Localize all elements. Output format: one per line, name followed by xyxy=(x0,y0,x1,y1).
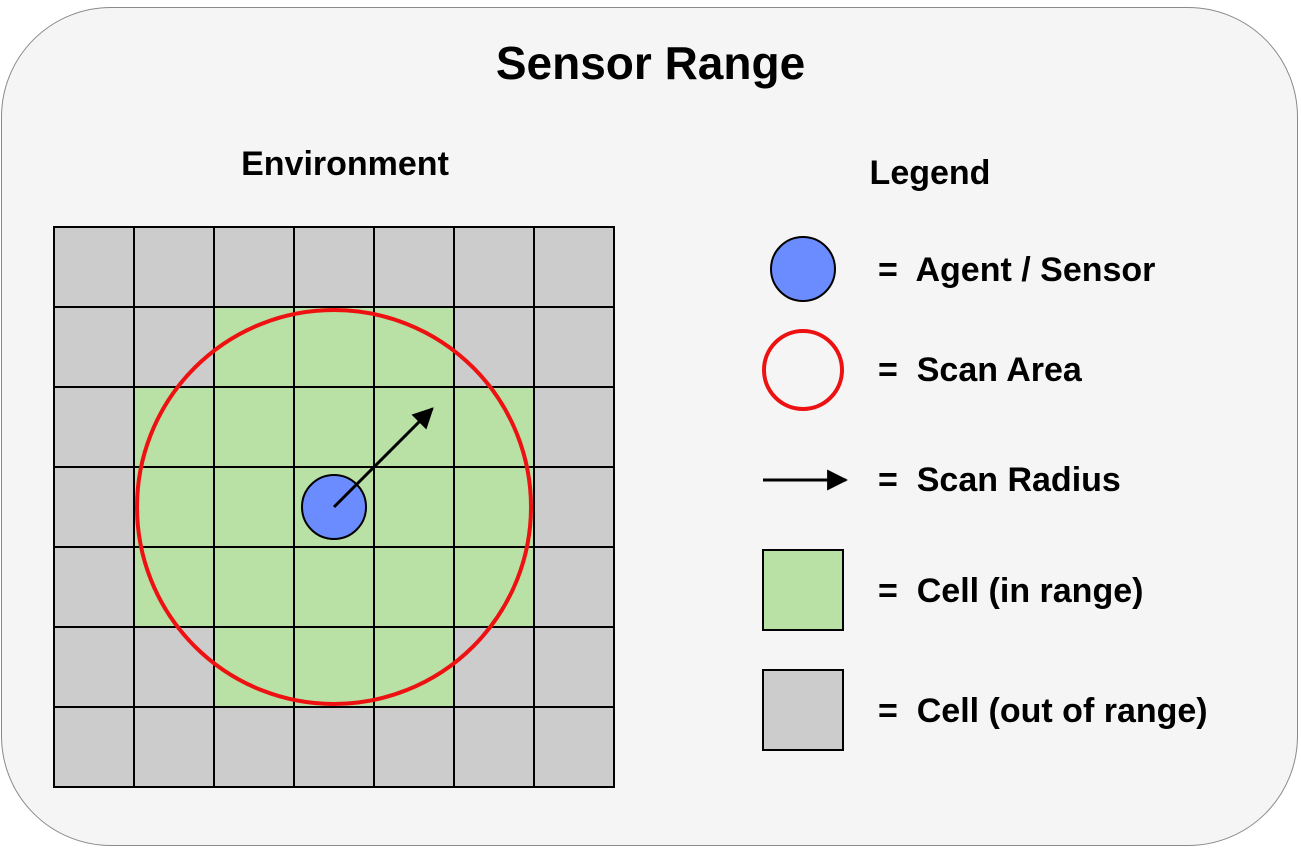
grid-cell-out-of-range xyxy=(53,386,135,468)
grid-cell-out-of-range xyxy=(533,626,615,708)
grid-cell-out-of-range xyxy=(133,626,215,708)
grid-cell-out-of-range xyxy=(133,226,215,308)
legend-agent-symbol xyxy=(770,236,836,302)
legend-label-cell-out-of-range: = Cell (out of range) xyxy=(878,692,1208,730)
grid-cell-out-of-range xyxy=(533,306,615,388)
legend-green-cell-symbol xyxy=(762,549,844,631)
legend-label-agent: = Agent / Sensor xyxy=(878,251,1156,289)
grid-cell-in-range xyxy=(373,466,455,548)
grid-cell-out-of-range xyxy=(533,706,615,788)
grid-cell-out-of-range xyxy=(293,706,375,788)
grid-cell-out-of-range xyxy=(453,706,535,788)
legend-gray-cell-symbol xyxy=(762,669,844,751)
legend-symbols xyxy=(762,236,849,751)
grid-cell-out-of-range xyxy=(453,226,535,308)
grid-cell-in-range xyxy=(213,386,295,468)
legend-label-scan-radius: = Scan Radius xyxy=(878,461,1121,499)
grid-cell-out-of-range xyxy=(53,626,135,708)
grid-cell-out-of-range xyxy=(453,626,535,708)
grid-cell-in-range xyxy=(373,546,455,628)
legend-label-cell-in-range: = Cell (in range) xyxy=(878,572,1144,610)
grid-cell-out-of-range xyxy=(213,706,295,788)
grid-cell-in-range xyxy=(213,466,295,548)
grid-cell-in-range xyxy=(293,546,375,628)
grid-cell-out-of-range xyxy=(293,226,375,308)
grid-cell-in-range xyxy=(293,306,375,388)
grid-cell-out-of-range xyxy=(373,706,455,788)
grid-cell-in-range xyxy=(293,626,375,708)
grid-cell-out-of-range xyxy=(133,706,215,788)
grid-cell-in-range xyxy=(293,386,375,468)
grid-cell-out-of-range xyxy=(53,546,135,628)
grid-cell-out-of-range xyxy=(213,226,295,308)
grid-cell-out-of-range xyxy=(133,306,215,388)
grid-cell-out-of-range xyxy=(533,386,615,468)
grid-cell-out-of-range xyxy=(53,226,135,308)
grid-cell-out-of-range xyxy=(373,226,455,308)
grid-cell-out-of-range xyxy=(533,466,615,548)
grid-cell-out-of-range xyxy=(53,706,135,788)
grid-cell-out-of-range xyxy=(533,546,615,628)
legend-scan-area-symbol xyxy=(762,329,844,411)
legend-label-scan-area: = Scan Area xyxy=(878,351,1082,389)
grid-cell-in-range xyxy=(133,466,215,548)
grid-cell-out-of-range xyxy=(53,466,135,548)
grid-cell-in-range xyxy=(213,546,295,628)
grid-cell-out-of-range xyxy=(53,306,135,388)
grid-cell-out-of-range xyxy=(453,306,535,388)
grid-cell-out-of-range xyxy=(533,226,615,308)
grid-cell-in-range xyxy=(453,466,535,548)
